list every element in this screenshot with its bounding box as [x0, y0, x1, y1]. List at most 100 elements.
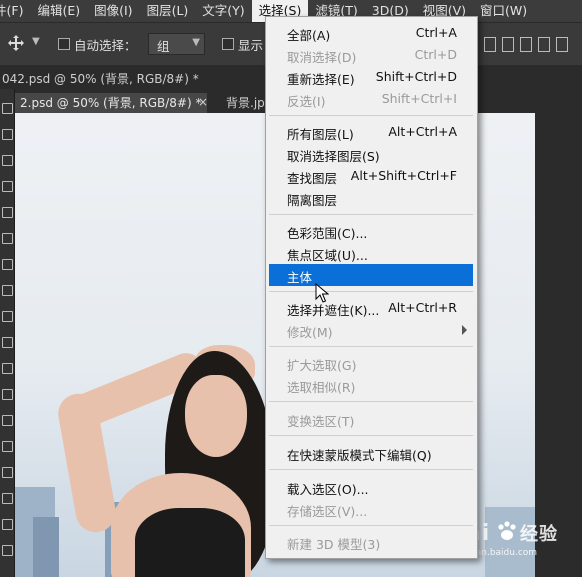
- menu-item-shortcut: Ctrl+D: [414, 47, 457, 62]
- toolbox: [0, 89, 15, 577]
- align-icon[interactable]: [502, 37, 514, 52]
- magic-wand-icon[interactable]: [2, 181, 13, 192]
- lasso-icon[interactable]: [2, 155, 13, 166]
- menu-file[interactable]: 件(F): [0, 0, 30, 22]
- document-tab[interactable]: 背景.jp: [226, 93, 265, 113]
- align-icon[interactable]: [484, 37, 496, 52]
- brush-icon[interactable]: [2, 311, 13, 322]
- menu-item-quick-mask[interactable]: 在快速蒙版模式下编辑(Q): [269, 442, 473, 464]
- show-transform-checkbox[interactable]: [222, 38, 234, 50]
- menu-item-shortcut: Ctrl+A: [415, 25, 457, 40]
- menu-item-label: 取消选择(D): [287, 50, 357, 65]
- stamp-icon[interactable]: [2, 337, 13, 348]
- menu-item-label: 查找图层: [287, 171, 338, 186]
- chevron-down-icon[interactable]: ▼: [32, 36, 40, 47]
- align-icons: [484, 37, 574, 55]
- building: [33, 517, 59, 577]
- close-tab-icon[interactable]: ×: [198, 95, 208, 109]
- menu-item-deselect[interactable]: 取消选择(D) Ctrl+D: [269, 44, 473, 66]
- menu-item-load-selection[interactable]: 载入选区(O)...: [269, 476, 473, 498]
- dodge-icon[interactable]: [2, 467, 13, 478]
- menu-item-label: 新建 3D 模型(3): [287, 537, 381, 552]
- menu-item-label: 隔离图层: [287, 193, 338, 208]
- panel-strip: [535, 113, 582, 577]
- menu-item-label: 变换选区(T): [287, 414, 355, 429]
- move-tool-icon[interactable]: [8, 35, 24, 51]
- menu-item-label: 取消选择图层(S): [287, 149, 380, 164]
- menu-image[interactable]: 图像(I): [87, 0, 139, 22]
- menu-item-isolate-layers[interactable]: 隔离图层: [269, 187, 473, 209]
- chevron-down-icon: ▼: [192, 37, 200, 48]
- menu-item-label: 重新选择(E): [287, 72, 355, 87]
- menu-item-label: 焦点区域(U)...: [287, 248, 368, 263]
- menu-layer[interactable]: 图层(L): [140, 0, 196, 22]
- menu-item-label: 全部(A): [287, 28, 331, 43]
- menu-item-all[interactable]: 全部(A) Ctrl+A: [269, 22, 473, 44]
- document-tab[interactable]: 042.psd @ 50% (背景, RGB/8#) *: [2, 69, 199, 89]
- menu-item-color-range[interactable]: 色彩范围(C)...: [269, 220, 473, 242]
- menu-item-grow[interactable]: 扩大选取(G): [269, 352, 473, 374]
- mouse-cursor-icon: [315, 283, 329, 303]
- auto-select-label: 自动选择：: [74, 38, 137, 53]
- menu-item-label: 色彩范围(C)...: [287, 226, 368, 241]
- crop-icon[interactable]: [2, 207, 13, 218]
- menu-separator: [269, 291, 473, 292]
- gradient-icon[interactable]: [2, 415, 13, 426]
- move-icon[interactable]: [2, 103, 13, 114]
- menu-item-save-selection[interactable]: 存储选区(V)...: [269, 498, 473, 520]
- auto-select-checkbox[interactable]: [58, 38, 70, 50]
- show-transform-label: 显示: [238, 38, 264, 53]
- auto-select-value: 组: [157, 39, 170, 54]
- document-tab-active[interactable]: 2.psd @ 50% (背景, RGB/8#) *: [14, 93, 208, 113]
- align-icon[interactable]: [520, 37, 532, 52]
- menu-item-shortcut: Shift+Ctrl+I: [381, 91, 457, 106]
- menu-item-modify[interactable]: 修改(M): [269, 319, 473, 341]
- menu-item-label: 主体: [287, 270, 313, 285]
- menu-type[interactable]: 文字(Y): [195, 0, 251, 22]
- marquee-icon[interactable]: [2, 129, 13, 140]
- eraser-icon[interactable]: [2, 389, 13, 400]
- pen-icon[interactable]: [2, 493, 13, 504]
- menu-window[interactable]: 窗口(W): [473, 0, 534, 22]
- menu-item-shortcut: Alt+Ctrl+A: [388, 124, 457, 139]
- auto-select-dropdown[interactable]: 组 ▼: [148, 33, 205, 55]
- healing-icon[interactable]: [2, 285, 13, 296]
- menu-item-similar[interactable]: 选取相似(R): [269, 374, 473, 396]
- menu-item-label: 选取相似(R): [287, 380, 356, 395]
- menu-item-reselect[interactable]: 重新选择(E) Shift+Ctrl+D: [269, 66, 473, 88]
- paw-logo-icon: [498, 521, 516, 540]
- menu-separator: [269, 525, 473, 526]
- menu-separator: [269, 435, 473, 436]
- type-icon[interactable]: [2, 519, 13, 530]
- menu-item-focus-area[interactable]: 焦点区域(U)...: [269, 242, 473, 264]
- blur-icon[interactable]: [2, 441, 13, 452]
- menu-separator: [269, 115, 473, 116]
- menu-item-new-3d-model[interactable]: 新建 3D 模型(3): [269, 531, 473, 553]
- menu-item-shortcut: Shift+Ctrl+D: [375, 69, 457, 84]
- history-brush-icon[interactable]: [2, 363, 13, 374]
- menu-item-label: 所有图层(L): [287, 127, 354, 142]
- menu-edit[interactable]: 编辑(E): [30, 0, 87, 22]
- menu-item-label: 载入选区(O)...: [287, 482, 369, 497]
- frame-icon[interactable]: [2, 233, 13, 244]
- menu-item-label: 修改(M): [287, 325, 333, 340]
- menu-item-label: 扩大选取(G): [287, 358, 357, 373]
- menu-item-shortcut: Alt+Shift+Ctrl+F: [350, 168, 457, 183]
- eyedropper-icon[interactable]: [2, 259, 13, 270]
- menu-item-subject[interactable]: 主体: [269, 264, 473, 286]
- menu-item-all-layers[interactable]: 所有图层(L) Alt+Ctrl+A: [269, 121, 473, 143]
- menu-item-inverse[interactable]: 反选(I) Shift+Ctrl+I: [269, 88, 473, 110]
- menu-item-deselect-layers[interactable]: 取消选择图层(S): [269, 143, 473, 165]
- top-garment: [135, 508, 245, 577]
- menu-item-find-layers[interactable]: 查找图层 Alt+Shift+Ctrl+F: [269, 165, 473, 187]
- menu-item-shortcut: Alt+Ctrl+R: [388, 300, 457, 315]
- menu-separator: [269, 214, 473, 215]
- path-select-icon[interactable]: [2, 545, 13, 556]
- face: [185, 375, 247, 457]
- menu-item-label: 在快速蒙版模式下编辑(Q): [287, 448, 432, 463]
- menu-item-select-and-mask[interactable]: 选择并遮住(K)... Alt+Ctrl+R: [269, 297, 473, 319]
- align-icon[interactable]: [556, 37, 568, 52]
- align-icon[interactable]: [538, 37, 550, 52]
- menu-item-transform-selection[interactable]: 变换选区(T): [269, 408, 473, 430]
- menu-item-label: 反选(I): [287, 94, 326, 109]
